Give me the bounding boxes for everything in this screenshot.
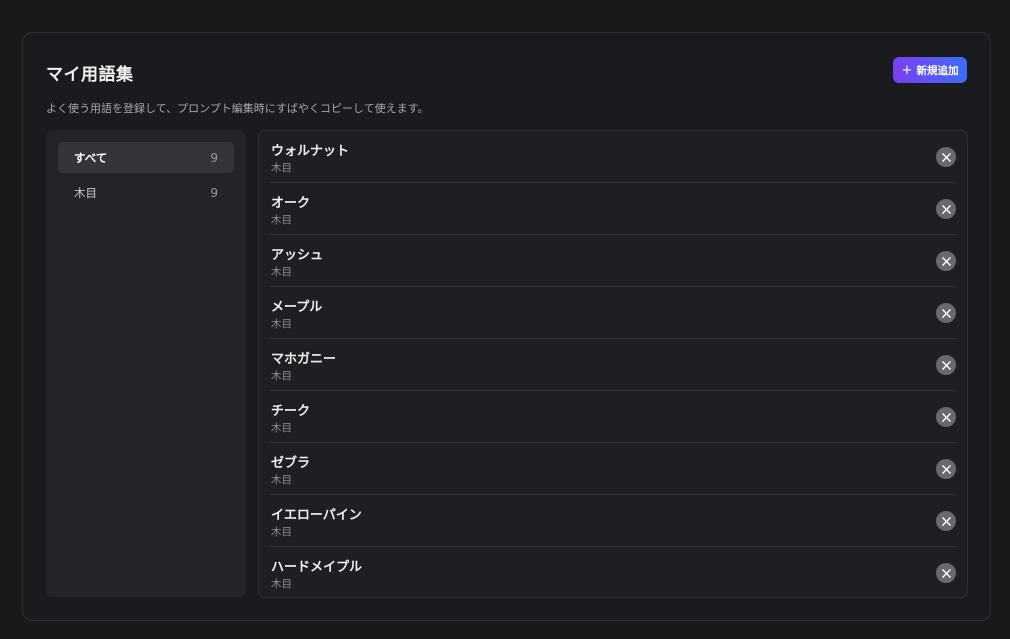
close-icon [941,152,951,162]
delete-term-button[interactable] [936,459,956,479]
term-row[interactable]: オーク 木目 [270,183,956,235]
term-row[interactable]: ハードメイプル 木目 [270,547,956,599]
delete-term-button[interactable] [936,303,956,323]
close-icon [941,360,951,370]
term-row[interactable]: ウォルナット 木目 [270,131,956,183]
term-name: オーク [271,196,311,211]
term-row[interactable]: マホガニー 木目 [270,339,956,391]
term-category: 木目 [271,266,292,278]
category-count: 9 [210,185,218,200]
category-item-wood-grain[interactable]: 木目 9 [58,177,234,208]
term-row[interactable]: アッシュ 木目 [270,235,956,287]
term-list: ウォルナット 木目 オーク 木目 アッシュ 木目 メープル 木目 マホガニー 木… [258,130,968,598]
add-term-label: 新規追加 [916,64,959,77]
close-icon [941,464,951,474]
term-name: イエローパイン [271,508,362,523]
plus-icon: + [901,62,913,78]
delete-term-button[interactable] [936,147,956,167]
page-title: マイ用語集 [46,65,134,85]
category-label: すべて [74,150,108,165]
close-icon [941,412,951,422]
category-label: 木目 [74,185,97,200]
term-name: チーク [271,404,311,419]
close-icon [941,308,951,318]
category-sidebar: すべて 9 木目 9 [46,130,246,597]
close-icon [941,568,951,578]
close-icon [941,256,951,266]
add-term-button[interactable]: + 新規追加 [893,57,967,83]
delete-term-button[interactable] [936,199,956,219]
term-category: 木目 [271,578,292,590]
term-name: ゼブラ [271,456,311,471]
term-name: ハードメイプル [271,560,363,575]
close-icon [941,204,951,214]
page-description: よく使う用語を登録して、プロンプト編集時にすばやくコピーして使えます。 [46,102,429,115]
term-category: 木目 [271,370,292,382]
category-count: 9 [210,150,218,165]
category-item-all[interactable]: すべて 9 [58,142,234,173]
term-category: 木目 [271,422,292,434]
delete-term-button[interactable] [936,407,956,427]
term-row[interactable]: メープル 木目 [270,287,956,339]
term-row[interactable]: イエローパイン 木目 [270,495,956,547]
term-name: ウォルナット [271,144,350,159]
term-category: 木目 [271,214,292,226]
term-row[interactable]: ゼブラ 木目 [270,443,956,495]
term-category: 木目 [271,474,292,486]
delete-term-button[interactable] [936,355,956,375]
term-row[interactable]: チーク 木目 [270,391,956,443]
glossary-panel: マイ用語集 よく使う用語を登録して、プロンプト編集時にすばやくコピーして使えます… [22,32,991,621]
term-name: マホガニー [271,352,337,367]
delete-term-button[interactable] [936,563,956,583]
term-category: 木目 [271,162,292,174]
delete-term-button[interactable] [936,511,956,531]
close-icon [941,516,951,526]
term-category: 木目 [271,318,292,330]
term-category: 木目 [271,526,292,538]
term-name: メープル [271,300,323,315]
delete-term-button[interactable] [936,251,956,271]
term-name: アッシュ [271,248,324,263]
